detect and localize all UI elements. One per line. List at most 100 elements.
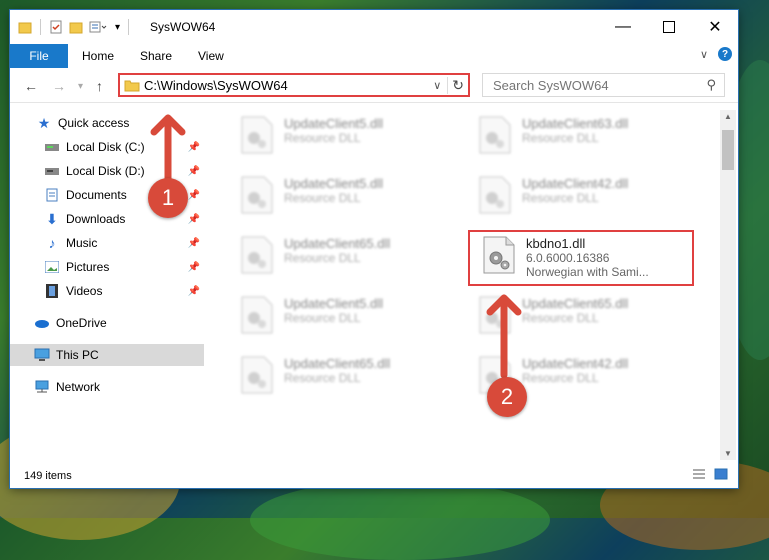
sidebar-item-local-disk-c[interactable]: Local Disk (C:) 📌 (10, 136, 204, 158)
sidebar-item-this-pc[interactable]: This PC (10, 344, 204, 366)
maximize-button[interactable] (646, 10, 692, 44)
vertical-scrollbar[interactable]: ▲ ▼ (720, 110, 736, 460)
dll-file-icon (479, 176, 511, 214)
properties-icon[interactable] (49, 20, 63, 34)
file-item[interactable]: UpdateClient5.dll Resource DLL (240, 176, 460, 226)
customize-icon[interactable] (89, 20, 109, 34)
recent-locations-icon[interactable]: ▾ (78, 81, 83, 92)
sidebar-item-label: Network (56, 380, 101, 394)
download-icon: ⬇ (46, 210, 58, 227)
pictures-icon (44, 259, 60, 275)
expand-ribbon-icon[interactable]: ∨ (700, 48, 708, 61)
tab-file[interactable]: File (10, 44, 68, 68)
search-box[interactable]: ⚲ (482, 73, 725, 97)
pin-icon[interactable]: 📌 (188, 262, 200, 273)
step-2-badge: 2 (487, 377, 527, 417)
sidebar-item-label: This PC (56, 348, 99, 362)
cloud-icon (34, 315, 50, 331)
ribbon-controls: ∨ ? (700, 47, 732, 61)
minimize-icon: — (615, 18, 631, 35)
sidebar-item-label: Quick access (58, 116, 130, 130)
dll-file-icon (241, 236, 273, 274)
scroll-down-icon[interactable]: ▼ (724, 449, 732, 458)
close-button[interactable]: ✕ (692, 10, 738, 44)
ribbon-tabs: File Home Share View ∨ ? (10, 44, 738, 68)
music-icon: ♪ (48, 235, 56, 251)
computer-icon (34, 347, 50, 363)
search-input[interactable] (491, 76, 707, 94)
new-folder-icon[interactable] (69, 20, 83, 34)
file-item[interactable]: UpdateClient65.dll Resource DLL (240, 356, 460, 406)
maximize-icon (663, 21, 675, 33)
dll-file-icon (241, 356, 273, 394)
address-dropdown-icon[interactable]: ∨ (433, 79, 441, 92)
dll-file-icon (479, 116, 511, 154)
sidebar-item-quick-access[interactable]: ★ Quick access (10, 112, 204, 134)
sidebar-item-label: Local Disk (D:) (66, 164, 145, 178)
sidebar-item-videos[interactable]: Videos 📌 (10, 280, 204, 302)
quick-access-toolbar: ▾ (18, 19, 131, 35)
sidebar-item-label: Local Disk (C:) (66, 140, 145, 154)
pin-icon[interactable]: 📌 (188, 142, 200, 153)
pin-icon[interactable]: 📌 (188, 214, 200, 225)
sidebar-item-onedrive[interactable]: OneDrive (10, 312, 204, 334)
videos-icon (44, 283, 60, 299)
pin-icon[interactable]: 📌 (188, 286, 200, 297)
close-icon: ✕ (708, 19, 722, 36)
dll-file-icon (241, 116, 273, 154)
tab-view[interactable]: View (198, 49, 224, 63)
address-path[interactable]: C:\Windows\SysWOW64 (144, 78, 433, 93)
sidebar-item-label: Videos (66, 284, 103, 298)
dll-file-icon (241, 176, 273, 214)
dll-file-icon (479, 296, 511, 334)
pin-icon[interactable]: 📌 (188, 238, 200, 249)
sidebar-item-label: OneDrive (56, 316, 107, 330)
address-bar[interactable]: C:\Windows\SysWOW64 ∨ ↻ (118, 73, 470, 97)
details-view-icon[interactable] (692, 468, 706, 483)
pin-icon[interactable]: 📌 (188, 190, 200, 201)
back-arrow-icon[interactable]: ← (24, 78, 38, 94)
title-bar: ▾ SysWOW64 — ✕ (10, 10, 738, 46)
star-icon: ★ (37, 114, 51, 131)
drive-icon (44, 139, 60, 155)
tab-home[interactable]: Home (82, 49, 114, 63)
file-highlight-box (468, 230, 694, 286)
sidebar-item-network[interactable]: Network (10, 376, 204, 398)
tab-share[interactable]: Share (140, 49, 172, 63)
documents-icon (44, 187, 60, 203)
sidebar-item-label: Documents (66, 188, 127, 202)
sidebar-item-music[interactable]: ♪ Music 📌 (10, 232, 204, 254)
folder-icon (124, 80, 140, 92)
drive-icon (44, 163, 60, 179)
item-count: 149 items (24, 470, 72, 482)
file-item[interactable]: UpdateClient65.dll Resource DLL (240, 236, 460, 286)
up-arrow-icon[interactable]: ↑ (96, 78, 103, 94)
scroll-thumb[interactable] (722, 130, 734, 170)
sidebar-item-pictures[interactable]: Pictures 📌 (10, 256, 204, 278)
forward-arrow-icon[interactable]: → (52, 78, 66, 94)
step-1-badge: 1 (148, 178, 188, 218)
sidebar-item-label: Pictures (66, 260, 110, 274)
pin-icon[interactable]: 📌 (188, 166, 200, 177)
large-icons-view-icon[interactable] (714, 468, 728, 483)
file-item[interactable]: UpdateClient5.dll Resource DLL (240, 116, 460, 166)
address-row: ← → ▾ ↑ C:\Windows\SysWOW64 ∨ ↻ ⚲ (10, 70, 738, 103)
status-bar: 149 items (10, 465, 738, 487)
scroll-up-icon[interactable]: ▲ (724, 112, 732, 121)
sidebar-item-label: Music (66, 236, 98, 250)
window-title: SysWOW64 (150, 20, 216, 34)
file-item[interactable]: UpdateClient5.dll Resource DLL (240, 296, 460, 346)
file-item[interactable]: UpdateClient42.dll Resource DLL (478, 176, 698, 226)
refresh-icon[interactable]: ↻ (447, 76, 468, 94)
file-item[interactable]: UpdateClient63.dll Resource DLL (478, 116, 698, 166)
search-icon[interactable]: ⚲ (706, 77, 716, 93)
help-icon[interactable]: ? (718, 47, 732, 61)
network-icon (34, 379, 50, 395)
dll-file-icon (241, 296, 273, 334)
sidebar-item-label: Downloads (66, 212, 126, 226)
navigation-pane: ★ Quick access Local Disk (C:) 📌 Local D… (10, 110, 204, 450)
file-item[interactable]: UpdateClient65.dll Resource DLL (478, 296, 698, 346)
folder-icon (18, 22, 32, 34)
minimize-button[interactable]: — (600, 10, 646, 44)
chevron-down-icon[interactable]: ▾ (115, 22, 120, 33)
